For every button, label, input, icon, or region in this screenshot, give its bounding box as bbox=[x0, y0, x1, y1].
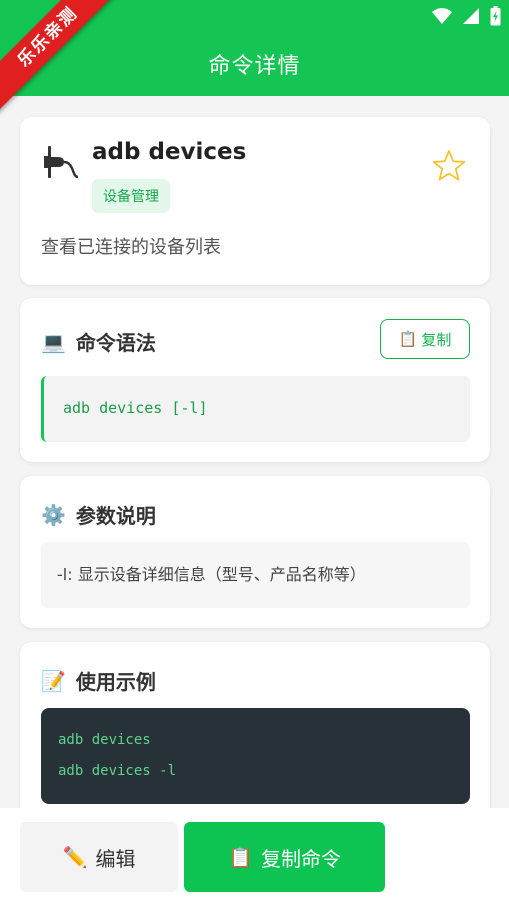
params-section-title: ⚙️ 参数说明 bbox=[41, 500, 156, 529]
syntax-section-title: 💻 命令语法 bbox=[41, 327, 156, 356]
command-description: 查看已连接的设备列表 bbox=[41, 237, 221, 258]
memo-icon: 📝 bbox=[41, 668, 66, 693]
status-icons bbox=[432, 6, 501, 26]
gear-icon: ⚙️ bbox=[41, 502, 66, 527]
clipboard-icon: 📋 bbox=[398, 330, 418, 348]
syntax-title-text: 命令语法 bbox=[75, 331, 156, 355]
plug-icon bbox=[44, 146, 79, 179]
clipboard-icon: 📋 bbox=[228, 845, 253, 869]
wifi-icon bbox=[432, 8, 452, 24]
copy-command-label: 复制命令 bbox=[260, 846, 341, 871]
examples-code-block: adb devices adb devices -l bbox=[41, 708, 470, 804]
examples-section-title: 📝 使用示例 bbox=[41, 666, 156, 695]
battery-icon bbox=[490, 6, 501, 26]
syntax-card: 💻 命令语法 📋 复制 adb devices [-l] bbox=[20, 298, 490, 462]
command-header-card: adb devices 设备管理 查看已连接的设备列表 bbox=[20, 117, 490, 285]
pencil-icon: ✏️ bbox=[62, 845, 88, 869]
examples-title-text: 使用示例 bbox=[75, 670, 156, 694]
laptop-icon: 💻 bbox=[41, 329, 66, 354]
params-title-text: 参数说明 bbox=[75, 504, 156, 528]
syntax-code: adb devices [-l] bbox=[41, 376, 470, 442]
command-name: adb devices bbox=[92, 139, 247, 165]
signal-icon bbox=[463, 8, 479, 24]
category-tag: 设备管理 bbox=[92, 179, 170, 213]
edit-label: 编辑 bbox=[95, 846, 136, 871]
bottom-action-bar: ✏️ 编辑 📋 复制命令 bbox=[0, 808, 509, 906]
param-description: -l: 显示设备详细信息（型号、产品名称等） bbox=[41, 542, 470, 608]
copy-command-button[interactable]: 📋 复制命令 bbox=[184, 822, 385, 892]
example-line: adb devices -l bbox=[58, 763, 177, 779]
edit-button[interactable]: ✏️ 编辑 bbox=[20, 822, 178, 892]
params-card: ⚙️ 参数说明 -l: 显示设备详细信息（型号、产品名称等） bbox=[20, 476, 490, 628]
star-icon[interactable] bbox=[432, 149, 466, 183]
page-title: 命令详情 bbox=[208, 54, 301, 79]
copy-label: 复制 bbox=[421, 330, 452, 349]
copy-syntax-button[interactable]: 📋 复制 bbox=[380, 319, 470, 359]
example-line: adb devices bbox=[58, 732, 151, 748]
